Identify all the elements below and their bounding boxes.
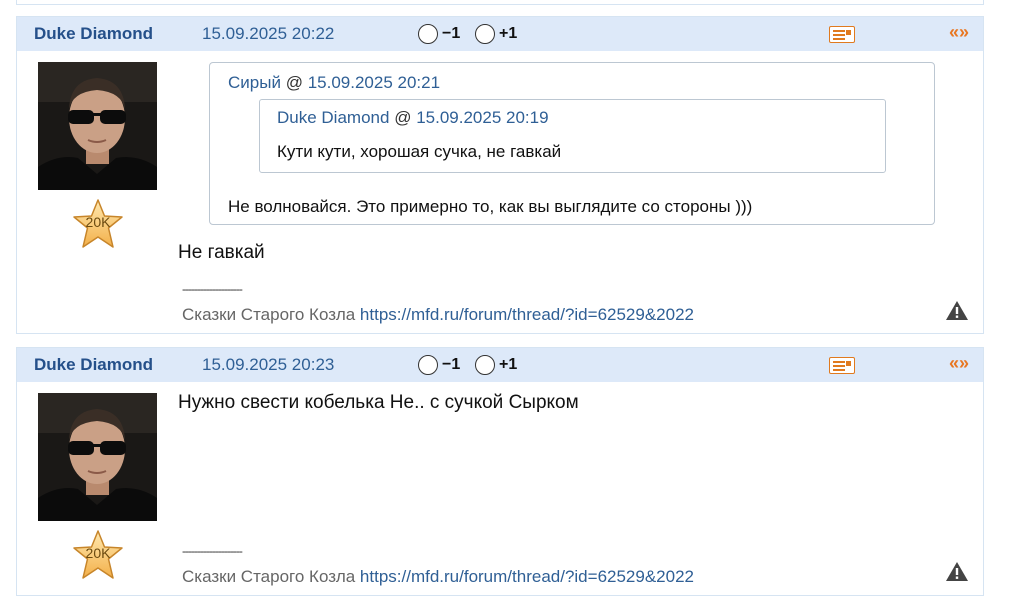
signature-separator: -------------------- — [182, 282, 243, 296]
vote-minus-label: −1 — [442, 356, 461, 373]
post-timestamp[interactable]: 15.09.2025 20:22 — [202, 24, 334, 44]
envelope-card-icon[interactable] — [829, 26, 855, 43]
rating-badge-text: 20K — [86, 214, 112, 230]
signature: -------------------- Сказки Старого Козл… — [182, 282, 694, 325]
author-link[interactable]: Duke Diamond — [34, 355, 153, 375]
vote-plus-option[interactable]: +1 — [475, 24, 517, 44]
post-body-text: Не гавкай — [178, 242, 265, 263]
vote-minus-label: −1 — [442, 25, 461, 42]
signature: -------------------- Сказки Старого Козл… — [182, 544, 694, 587]
quote-block: Сирый @ 15.09.2025 20:21 Duke Diamond @ … — [209, 62, 935, 225]
quote-text: Не волновайся. Это примерно то, как вы в… — [228, 197, 753, 216]
signature-link[interactable]: https://mfd.ru/forum/thread/?id=62529&20… — [360, 305, 694, 324]
nested-quote-timestamp-link[interactable]: 15.09.2025 20:19 — [416, 108, 548, 127]
vote-plus-option[interactable]: +1 — [475, 355, 517, 375]
nested-quote-block: Duke Diamond @ 15.09.2025 20:19 Кути кут… — [259, 99, 886, 173]
signature-label: Сказки Старого Козла — [182, 305, 356, 324]
quote-at-sign: @ — [285, 73, 303, 92]
vote-plus-label: +1 — [499, 25, 518, 42]
post-body-text: Нужно свести кобелька Не.. с сучкой Сырк… — [178, 392, 579, 413]
signature-label: Сказки Старого Козла — [182, 567, 356, 586]
vote-minus-option[interactable]: −1 — [418, 355, 460, 375]
envelope-card-icon[interactable] — [829, 357, 855, 374]
avatar-image — [38, 393, 157, 521]
nested-quote-author-link[interactable]: Duke Diamond — [277, 108, 389, 127]
vote-minus-option[interactable]: −1 — [418, 24, 460, 44]
quote-icon[interactable]: «» — [949, 353, 969, 374]
avatar-image — [38, 62, 157, 190]
signature-separator: -------------------- — [182, 544, 243, 558]
post-header: Duke Diamond 15.09.2025 20:22 −1 +1 «» — [17, 17, 983, 51]
avatar[interactable] — [38, 62, 157, 190]
nested-quote-text: Кути кути, хорошая сучка, не гавкай — [277, 142, 562, 161]
quote-header: Сирый @ 15.09.2025 20:21 — [228, 73, 440, 93]
vote-minus-radio[interactable] — [418, 355, 438, 375]
previous-post-border — [16, 0, 984, 5]
star-icon: 20K — [73, 199, 123, 248]
quote-timestamp-link[interactable]: 15.09.2025 20:21 — [308, 73, 440, 92]
post-timestamp[interactable]: 15.09.2025 20:23 — [202, 355, 334, 375]
post-header: Duke Diamond 15.09.2025 20:23 −1 +1 «» — [17, 348, 983, 382]
quote-author-link[interactable]: Сирый — [228, 73, 281, 92]
vote-plus-label: +1 — [499, 356, 518, 373]
forum-post: Duke Diamond 15.09.2025 20:22 −1 +1 «» 2… — [16, 16, 984, 334]
vote-plus-radio[interactable] — [475, 355, 495, 375]
vote-plus-radio[interactable] — [475, 24, 495, 44]
signature-link[interactable]: https://mfd.ru/forum/thread/?id=62529&20… — [360, 567, 694, 586]
author-link[interactable]: Duke Diamond — [34, 24, 153, 44]
quote-icon[interactable]: «» — [949, 22, 969, 43]
vote-minus-radio[interactable] — [418, 24, 438, 44]
rating-badge: 20K — [70, 528, 126, 582]
warning-triangle-icon[interactable] — [945, 300, 969, 321]
forum-post: Duke Diamond 15.09.2025 20:23 −1 +1 «» 2… — [16, 347, 984, 596]
nested-quote-header: Duke Diamond @ 15.09.2025 20:19 — [277, 108, 549, 128]
star-icon: 20K — [73, 530, 123, 579]
warning-triangle-icon[interactable] — [945, 561, 969, 582]
nested-quote-at-sign: @ — [394, 108, 412, 127]
rating-badge: 20K — [70, 197, 126, 251]
rating-badge-text: 20K — [86, 545, 112, 561]
avatar[interactable] — [38, 393, 157, 521]
